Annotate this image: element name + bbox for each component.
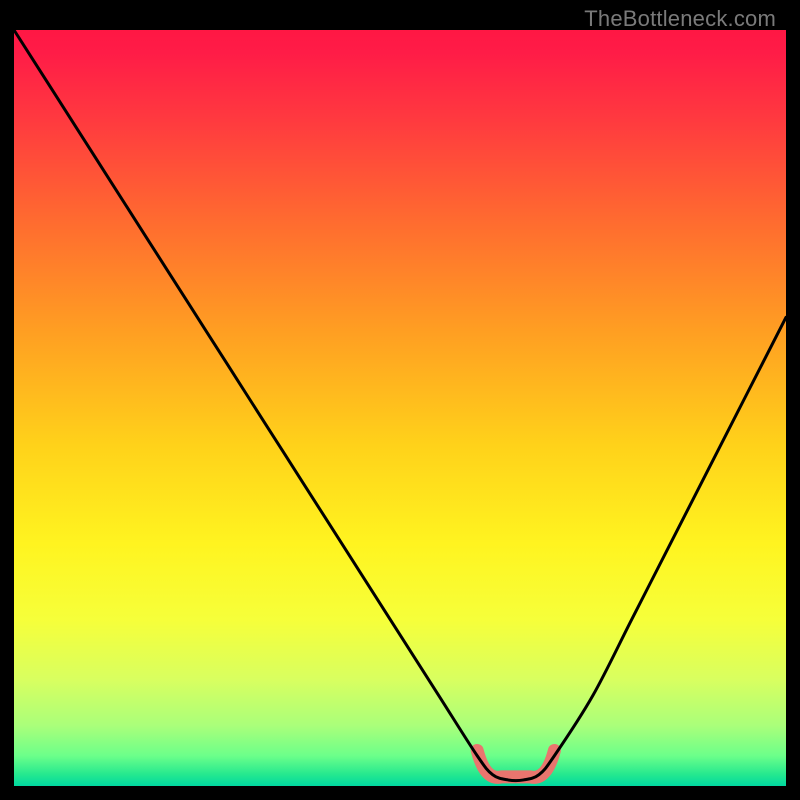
bottleneck-chart (14, 0, 786, 786)
watermark-text: TheBottleneck.com (584, 6, 776, 32)
chart-frame: TheBottleneck.com (14, 0, 786, 786)
gradient-background (14, 30, 786, 786)
